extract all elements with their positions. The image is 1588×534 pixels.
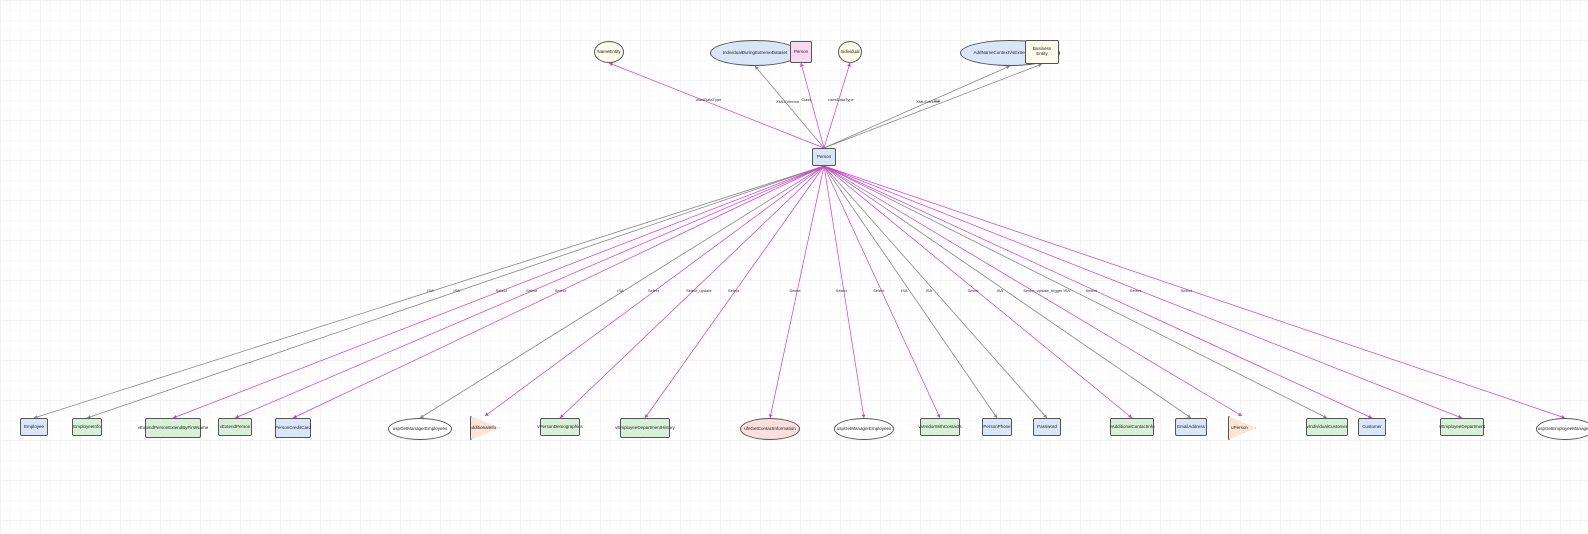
edge-label: usesDataType [696, 97, 722, 102]
bottom-node-17[interactable]: vIndividualCustomer [1306, 418, 1348, 436]
bottom-node-12[interactable]: PersonPhone [982, 418, 1012, 436]
top-node-0[interactable]: NameEntity [594, 41, 624, 63]
edge-label: Select [1181, 288, 1192, 293]
edge-label: Select [789, 288, 800, 293]
edge-label: usesDataType [828, 97, 854, 102]
canvas-grid [0, 0, 1588, 534]
edge-label: Select [968, 288, 979, 293]
bottom-node-10[interactable]: uspGetManagerEmployees [834, 418, 894, 440]
edge-label: Select [648, 288, 659, 293]
edge-label: ISA [997, 288, 1003, 293]
node-label: vExtendPersonExtendByFirstName [138, 426, 209, 431]
bottom-node-0[interactable]: Employee [20, 418, 48, 436]
node-label: AdditionalInfo [469, 426, 496, 431]
edge-label: Select [1086, 288, 1097, 293]
edge-label: ISA [427, 288, 433, 293]
center-node[interactable]: Person [812, 148, 836, 166]
bottom-node-14[interactable]: vAdditionalContactInfo [1110, 418, 1154, 436]
bottom-node-11[interactable]: vVendorWithContacts [920, 418, 960, 436]
bottom-node-7[interactable]: vPersonDemographics [540, 418, 580, 436]
top-node-1[interactable]: IndividualDuringExtremeDataset [710, 40, 800, 66]
top-node-3[interactable]: Individual [838, 41, 862, 63]
bottom-node-20[interactable]: uspGetEmployeeManagers [1536, 418, 1588, 440]
node-label: vPersonDemographics [537, 425, 583, 430]
node-label: vExtendPerson [220, 425, 251, 430]
edge-label: ISA [453, 288, 459, 293]
node-label: vVendorWithContacts [918, 425, 961, 430]
node-label: ufnGetContactInformation [744, 427, 796, 432]
edge-label: ISA [617, 288, 623, 293]
node-label: Customer [1362, 425, 1382, 430]
edge-label: Select [836, 288, 847, 293]
top-node-5[interactable]: Business Entity [1025, 40, 1059, 64]
edge-label: Select [728, 288, 739, 293]
node-label: vIndividualCustomer [1307, 425, 1348, 430]
node-label: Business Entity [1029, 47, 1055, 57]
bottom-node-9[interactable]: ufnGetContactInformation [740, 418, 800, 440]
edge-label: Class [801, 97, 811, 102]
bottom-node-3[interactable]: vExtendPerson [218, 418, 252, 436]
edge-label: ISA [934, 98, 940, 103]
node-label: Employee [24, 425, 44, 430]
node-label: PersonCreditCard [275, 426, 311, 431]
bottom-node-15[interactable]: EmailAddress [1175, 418, 1207, 436]
node-label: vEmployeeDepartment [1439, 425, 1485, 430]
node-label: IndividualDuringExtremeDataset [723, 51, 788, 56]
bottom-node-4[interactable]: PersonCreditCard [275, 418, 311, 438]
edge-label: ISA [926, 288, 932, 293]
bottom-node-1[interactable]: EmployeeInfo [72, 418, 102, 436]
node-label: Person [794, 50, 808, 55]
node-label: EmployeeInfo [73, 425, 101, 430]
node-label: EmailAddress [1177, 425, 1205, 430]
edge-label: Select [873, 288, 884, 293]
node-label: Individual [841, 50, 860, 55]
bottom-node-8[interactable]: vEmployeeDepartmentHistory [620, 418, 670, 438]
bottom-node-18[interactable]: Customer [1358, 418, 1386, 436]
node-label: uspGetEmployeeManagers [1538, 427, 1588, 432]
edge-label: Select [526, 288, 537, 293]
node-label: uspGetManagerEmployees [393, 427, 448, 432]
node-label: Person [817, 155, 831, 160]
node-label: PersonPhone [983, 425, 1010, 430]
bottom-node-13[interactable]: Password [1033, 418, 1061, 436]
node-label: vAdditionalContactInfo [1109, 425, 1154, 430]
edge-label: Select [496, 288, 507, 293]
bottom-node-5[interactable]: uspGetManagerEmployees [388, 418, 452, 440]
edge-label: XMLExtreme [776, 99, 799, 104]
edge-label: Select_update_trigger [1023, 288, 1062, 293]
node-label: Password [1037, 425, 1057, 430]
edge-label: ISA [1064, 288, 1070, 293]
edge-label: ISA [901, 288, 907, 293]
node-label: uspGetManagerEmployees [837, 427, 892, 432]
node-label: NameEntity [597, 50, 620, 55]
edge-label: Select_update [686, 288, 712, 293]
edge-label: Select [1130, 288, 1141, 293]
bottom-node-2[interactable]: vExtendPersonExtendByFirstName [145, 418, 201, 438]
top-node-2[interactable]: Person [790, 41, 812, 63]
edge-label: Select [555, 288, 566, 293]
node-label: uPerson [1231, 426, 1248, 431]
node-label: vEmployeeDepartmentHistory [615, 426, 675, 431]
bottom-node-19[interactable]: vEmployeeDepartment [1440, 418, 1484, 436]
